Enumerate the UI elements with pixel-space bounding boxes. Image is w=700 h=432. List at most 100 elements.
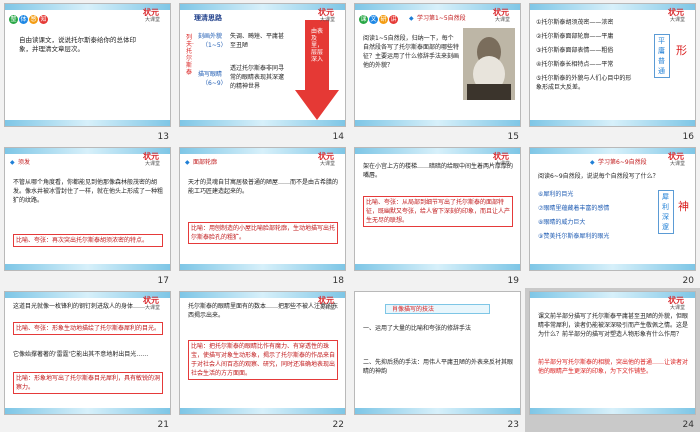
section-tag: 整体感知: [9, 15, 48, 24]
quote-text: 天才的灵魂自甘寓居极普通的陋屋……而不是由古希腊的能工巧匠建造起来的。: [188, 179, 339, 195]
logo: 状元 大课堂: [668, 295, 686, 311]
bottom-stripe: [355, 408, 520, 414]
slide-number: 23: [507, 420, 519, 430]
item-2: ②托尔斯泰面部轮廓——平庸: [536, 33, 614, 40]
slide-thumb-18[interactable]: 面部轮廓 天才的灵魂自甘寓居极普通的陋屋……而不是由古希腊的能工巧匠建造起来的。…: [175, 144, 350, 288]
section-bar: 学习第1~5自然段: [407, 14, 466, 24]
slide: 课文研讲 学习第1~5自然段 阅读1~5自然段，归纳一下，每个自然段各写了托尔斯…: [354, 3, 521, 127]
point-1: 一、运用了大量的比喻和夸张的修辞手法: [363, 325, 472, 332]
slide-number: 14: [332, 132, 344, 142]
slide-thumb-14[interactable]: 理清思路 列夫·托尔斯泰 刻画外貌 （1~5） 失调、畸矬、平庸甚至丑陋 描写眼…: [175, 0, 350, 144]
analysis-box: 比喻：用刨制造的小屋比喻脸部轮廓，生动地描写出托尔斯泰脸孔的粗犷。: [188, 222, 338, 244]
summary-text: 犀利深邃: [662, 193, 669, 231]
slide: 理清思路 列夫·托尔斯泰 刻画外貌 （1~5） 失调、畸矬、平庸甚至丑陋 描写眼…: [179, 3, 346, 127]
bottom-stripe: [180, 120, 345, 126]
slide-thumb-13[interactable]: 整体感知 状元 大课堂 自由读课文，说说托尔斯泰给你的总体印象，并理清文章层次。 …: [0, 0, 175, 144]
arrow-text: 由表及里，层层深入: [311, 28, 324, 63]
quote-text-2: 它像始撑著著的'雷霆'它能出其不意地射出目光……: [13, 351, 149, 358]
item-3: ③托尔斯泰面部表情——粗俗: [536, 47, 614, 54]
side-char: 形: [676, 44, 687, 57]
item-4: ④托尔斯泰长相特点——平常: [536, 61, 614, 68]
slide-heading: 理清思路: [194, 14, 222, 22]
logo: 状元 大课堂: [143, 295, 161, 311]
analysis-box-2: 比喻：形象地写出了托尔斯泰目光犀利，具有敏锐的洞察力。: [13, 372, 163, 394]
slide-thumb-17[interactable]: 须发 不管从哪个角度看，你都能见到他那像森林般茂密的胡发。像水井被冰雪封住了一样…: [0, 144, 175, 288]
part-1-name: 刻画外貌: [198, 33, 223, 40]
question-text: 课文前半部分描写了托尔斯泰平庸甚至丑陋的外貌，但眼睛非常犀利，读者仍能被深深吸引…: [538, 313, 689, 338]
slide-number: 21: [157, 420, 169, 430]
slide-thumb-15[interactable]: 课文研讲 学习第1~5自然段 阅读1~5自然段，归纳一下，每个自然段各写了托尔斯…: [350, 0, 525, 144]
slide-number: 18: [332, 276, 344, 286]
bottom-stripe: [5, 408, 170, 414]
item-8: ⑧眼睛的威力巨大: [538, 219, 586, 226]
analysis-box: 比喻、夸张：从局部到细节写出了托尔斯泰的面部特征，既幽默又夸张，给人留下深刻的印…: [363, 196, 513, 227]
slide-thumb-16[interactable]: ①托尔斯泰胡须茂密——浓密 ②托尔斯泰面部轮廓——平庸 ③托尔斯泰面部表情——粗…: [525, 0, 700, 144]
quote-text: 架在小宫上方的楼梯……暗暗的给眼中间生着两片厚厚的嘴唇。: [363, 163, 514, 179]
slide-thumb-24[interactable]: 课文前半部分描写了托尔斯泰平庸甚至丑陋的外貌，但眼睛非常犀利，读者仍能被深深吸引…: [525, 288, 700, 432]
summary-text: 平庸普通: [658, 37, 665, 75]
bottom-stripe: [180, 408, 345, 414]
slide-number: 16: [682, 132, 694, 142]
bottom-stripe: [530, 120, 695, 126]
logo: 状元 大课堂: [143, 151, 161, 167]
item-1: ①托尔斯泰胡须茂密——浓密: [536, 19, 614, 26]
bottom-stripe: [530, 264, 695, 270]
question-text: 阅读6~9自然段，说说每个自然段写了什么？: [538, 173, 659, 180]
logo: 状元 大课堂: [668, 7, 686, 23]
slide-number: 22: [332, 420, 344, 430]
bottom-stripe: [530, 408, 695, 414]
slide-thumb-21[interactable]: 这道目光就像一枚锋利的钢钉刺进敌人的身体…… 比喻、夸张：形象生动地描绘了托尔斯…: [0, 288, 175, 432]
section-bar: 须发: [8, 158, 30, 168]
item-6: ⑥犀利的目光: [538, 191, 574, 198]
bottom-stripe: [180, 264, 345, 270]
slide: 这道目光就像一枚锋利的钢钉刺进敌人的身体…… 比喻、夸张：形象生动地描绘了托尔斯…: [4, 291, 171, 415]
logo: 状元 大课堂: [318, 295, 336, 311]
slide-thumb-19[interactable]: 架在小宫上方的楼梯……暗暗的给眼中间生着两片厚厚的嘴唇。 比喻、夸张：从局部到细…: [350, 144, 525, 288]
analysis-box: 比喻、夸张：再次突出托尔斯泰胡须浓密的特点。: [13, 234, 163, 247]
slide: 整体感知 状元 大课堂 自由读课文，说说托尔斯泰给你的总体印象，并理清文章层次。: [4, 3, 171, 127]
slide-number: 24: [682, 420, 694, 430]
slide-number: 15: [507, 132, 519, 142]
slide: 课文前半部分描写了托尔斯泰平庸甚至丑陋的外貌，但眼睛非常犀利，读者仍能被深深吸引…: [529, 291, 696, 415]
bottom-stripe: [5, 120, 170, 126]
slide-thumb-23[interactable]: 肖像描写的技法 一、运用了大量的比喻和夸张的修辞手法 二、先抑后扬的手法：用伟人…: [350, 288, 525, 432]
logo: 状元 大课堂: [668, 151, 686, 167]
analysis-box: 比喻：把托尔斯泰的眼睛比作有魔力、有穿透性的珠宝，使描写对象生动形象，揭示了托尔…: [188, 340, 338, 380]
slide-thumb-20[interactable]: 学习第6~9自然段 阅读6~9自然段，说说每个自然段写了什么？ ⑥犀利的目光 ⑦…: [525, 144, 700, 288]
logo: 状元 大课堂: [143, 7, 161, 23]
analysis-box-1: 比喻、夸张：形象生动地描绘了托尔斯泰犀利的目光。: [13, 322, 163, 335]
vertical-label: 列夫·托尔斯泰: [186, 34, 194, 76]
slide: 须发 不管从哪个角度看，你都能见到他那像森林般茂密的胡发。像水井被冰雪封住了一样…: [4, 147, 171, 271]
quote-text-1: 这道目光就像一枚锋利的钢钉刺进敌人的身体……: [13, 303, 146, 310]
bottom-stripe: [355, 120, 520, 126]
part-2-name: 描写眼睛: [198, 71, 223, 78]
part-1-range: （1~5）: [202, 42, 227, 49]
section-bar: 面部轮廓: [183, 158, 217, 168]
bottom-stripe: [5, 264, 170, 270]
portrait-image: [463, 28, 515, 100]
slide: ①托尔斯泰胡须茂密——浓密 ②托尔斯泰面部轮廓——平庸 ③托尔斯泰面部表情——粗…: [529, 3, 696, 127]
slide-number: 19: [507, 276, 519, 286]
item-9: ⑨赞美托尔斯泰犀利的眼光: [538, 233, 610, 240]
slide: 托尔斯泰的眼睛里面有的数本……把那些不被人注意的东西揭示出来。 比喻：把托尔斯泰…: [179, 291, 346, 415]
logo: 状元 大课堂: [493, 151, 511, 167]
answer-text: 前半部分写托尔斯泰的相貌，突出他的普通……让读者对他的眼睛产生更深的印象，为下文…: [538, 359, 689, 375]
item-7: ⑦眼睛里蕴藏着丰富的感情: [538, 205, 610, 212]
section-bar: 学习第6~9自然段: [588, 158, 647, 168]
slide-thumb-22[interactable]: 托尔斯泰的眼睛里面有的数本……把那些不被人注意的东西揭示出来。 比喻：把托尔斯泰…: [175, 288, 350, 432]
slide: 学习第6~9自然段 阅读6~9自然段，说说每个自然段写了什么？ ⑥犀利的目光 ⑦…: [529, 147, 696, 271]
title-bar: 肖像描写的技法: [385, 304, 490, 314]
quote-text: 不管从哪个角度看，你都能见到他那像森林般茂密的胡发。像水井被冰雪封住了一样，就在…: [13, 179, 164, 204]
slide: 架在小宫上方的楼梯……暗暗的给眼中间生着两片厚厚的嘴唇。 比喻、夸张：从局部到细…: [354, 147, 521, 271]
slide: 面部轮廓 天才的灵魂自甘寓居极普通的陋屋……而不是由古希腊的能工巧匠建造起来的。…: [179, 147, 346, 271]
part-2-desc: 透过托尔斯泰非同寻常的眼睛表现其深邃的精神世界: [230, 65, 285, 90]
prompt-text: 自由读课文，说说托尔斯泰给你的总体印象，并理清文章层次。: [19, 36, 136, 53]
section-tag: 课文研讲: [359, 15, 398, 24]
logo: 状元 大课堂: [318, 151, 336, 167]
question-text: 阅读1~5自然段，归纳一下，每个自然段各写了托尔斯泰面部的哪些特征？主要运用了什…: [363, 35, 460, 69]
part-1-desc: 失调、畸矬、平庸甚至丑陋: [230, 33, 285, 49]
point-2: 二、先抑后扬的手法：用伟人平庸丑陋的外表来反衬其眼睛的神韵: [363, 359, 514, 375]
slide-number: 13: [157, 132, 169, 142]
part-2-range: （6~9）: [202, 80, 227, 87]
logo: 状元 大课堂: [318, 7, 336, 23]
